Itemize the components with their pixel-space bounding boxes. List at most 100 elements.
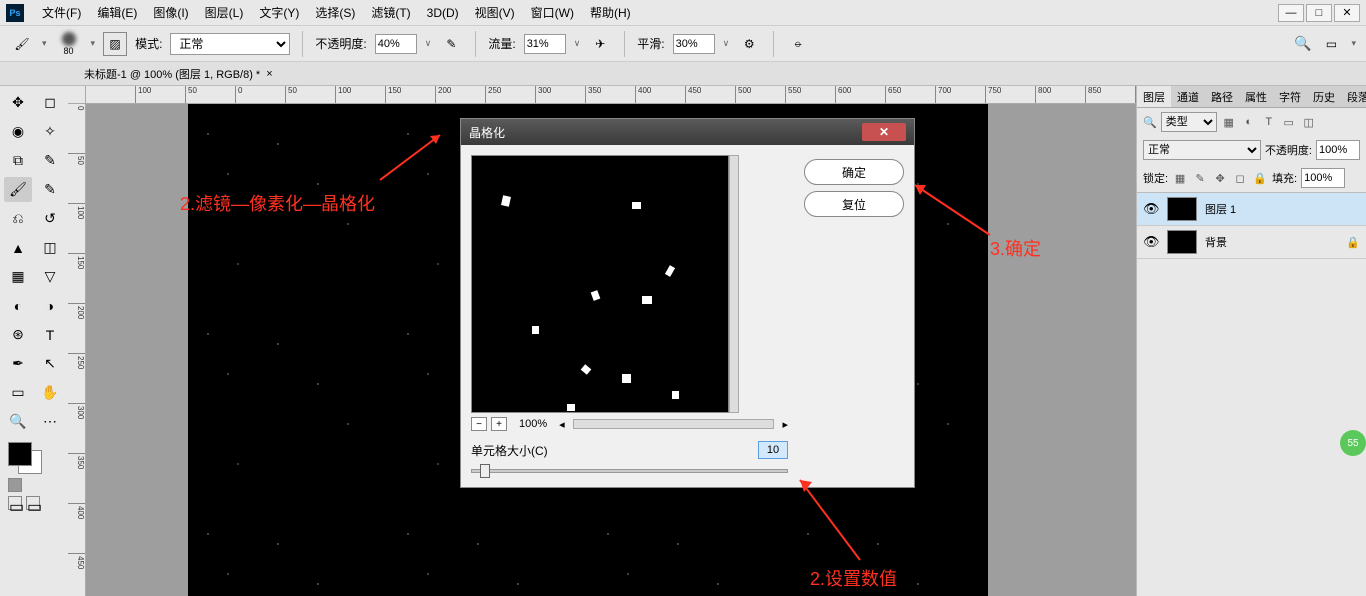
- nav-right-icon[interactable]: ▸: [782, 418, 788, 431]
- menu-select[interactable]: 选择(S): [307, 4, 363, 21]
- pencil-tool[interactable]: ✎: [36, 177, 64, 202]
- pressure-opacity-icon[interactable]: ✎: [439, 32, 463, 56]
- gear-icon[interactable]: ⚙: [737, 32, 761, 56]
- tab-paragraph[interactable]: 段落: [1341, 86, 1366, 107]
- menu-filter[interactable]: 滤镜(T): [363, 4, 418, 21]
- visibility-icon[interactable]: 👁: [1143, 201, 1159, 217]
- lock-all-icon[interactable]: 🔒: [1252, 170, 1268, 186]
- quickmask-icon[interactable]: [8, 478, 22, 492]
- lock-move-icon[interactable]: ✥: [1212, 170, 1228, 186]
- ok-button[interactable]: 确定: [804, 159, 904, 185]
- blend-mode-select[interactable]: 正常: [1143, 140, 1261, 160]
- chevron-down-icon[interactable]: ▾: [91, 38, 96, 49]
- layer-thumbnail[interactable]: [1167, 230, 1197, 254]
- filter-shape-icon[interactable]: ▭: [1281, 114, 1297, 130]
- menu-edit[interactable]: 编辑(E): [89, 4, 145, 21]
- minimize-button[interactable]: —: [1278, 4, 1304, 22]
- bucket-tool[interactable]: ▽: [36, 264, 64, 289]
- flow-input[interactable]: [524, 34, 566, 54]
- search-icon[interactable]: 🔍: [1294, 35, 1311, 52]
- brush-panel-icon[interactable]: ▨: [103, 32, 127, 56]
- history-brush-tool[interactable]: ↺: [36, 206, 64, 231]
- fg-color[interactable]: [8, 442, 32, 466]
- reset-button[interactable]: 复位: [804, 191, 904, 217]
- zoom-in-button[interactable]: +: [491, 417, 507, 431]
- ruler-horizontal[interactable]: 1005005010015020025030035040045050055060…: [86, 86, 1136, 104]
- clone-tool[interactable]: ⎌: [4, 206, 32, 231]
- preview-scrollbar-v[interactable]: [729, 155, 739, 413]
- crop-tool[interactable]: ⧉: [4, 148, 32, 173]
- menu-window[interactable]: 窗口(W): [523, 4, 582, 21]
- ruler-origin[interactable]: [68, 86, 86, 104]
- dodge-tool[interactable]: ◑: [36, 293, 64, 318]
- layer-opacity-input[interactable]: [1316, 140, 1360, 160]
- pen-tool[interactable]: ✒: [4, 351, 32, 376]
- chevron-down-icon[interactable]: ▾: [1351, 38, 1356, 49]
- cell-size-input[interactable]: [758, 441, 788, 459]
- lock-brush-icon[interactable]: ✎: [1192, 170, 1208, 186]
- layer-item[interactable]: 👁 背景 🔒: [1137, 226, 1366, 259]
- filter-adj-icon[interactable]: ◐: [1241, 114, 1257, 130]
- menu-image[interactable]: 图像(I): [145, 4, 196, 21]
- preview-scrollbar-h[interactable]: [573, 419, 775, 429]
- more-tool[interactable]: ⋯: [36, 409, 64, 434]
- document-tab[interactable]: 未标题-1 @ 100% (图层 1, RGB/8) * ×: [76, 66, 281, 82]
- brush-tool[interactable]: 🖌: [4, 177, 32, 202]
- hand-tool[interactable]: ✋: [36, 380, 64, 405]
- airbrush-icon[interactable]: ✈: [588, 32, 612, 56]
- menu-help[interactable]: 帮助(H): [582, 4, 639, 21]
- wand-tool[interactable]: ✧: [36, 119, 64, 144]
- dialog-close-button[interactable]: ✕: [862, 123, 906, 141]
- eraser-tool[interactable]: ◫: [36, 235, 64, 260]
- chevron-down-icon[interactable]: ∨: [723, 38, 730, 49]
- menu-3d[interactable]: 3D(D): [419, 6, 467, 20]
- sponge-tool[interactable]: ⊛: [4, 322, 32, 347]
- marquee-tool[interactable]: ◻: [36, 90, 64, 115]
- lock-artboard-icon[interactable]: ◻: [1232, 170, 1248, 186]
- cell-size-slider[interactable]: [471, 469, 788, 473]
- close-button[interactable]: ✕: [1334, 4, 1360, 22]
- path-tool[interactable]: ↖: [36, 351, 64, 376]
- tool-preset-icon[interactable]: 🖌: [10, 32, 34, 56]
- slider-thumb[interactable]: [480, 464, 490, 478]
- shape-tool[interactable]: ▭: [4, 380, 32, 405]
- tab-paths[interactable]: 路径: [1205, 86, 1239, 107]
- opacity-input[interactable]: [375, 34, 417, 54]
- nav-left-icon[interactable]: ◂: [559, 418, 565, 431]
- smooth-input[interactable]: [673, 34, 715, 54]
- visibility-icon[interactable]: 👁: [1143, 234, 1159, 250]
- eyedropper-tool[interactable]: ✎: [36, 148, 64, 173]
- tab-layers[interactable]: 图层: [1137, 86, 1171, 107]
- filter-type-select[interactable]: 类型: [1161, 112, 1217, 132]
- blur-tool[interactable]: ◐: [4, 293, 32, 318]
- menu-file[interactable]: 文件(F): [34, 4, 89, 21]
- ruler-vertical[interactable]: 050100150200250300350400450: [68, 104, 86, 596]
- chevron-down-icon[interactable]: ▾: [42, 38, 47, 49]
- maximize-button[interactable]: □: [1306, 4, 1332, 22]
- stamp-tool[interactable]: ▲: [4, 235, 32, 260]
- tab-character[interactable]: 字符: [1273, 86, 1307, 107]
- fill-input[interactable]: [1301, 168, 1345, 188]
- zoom-tool[interactable]: 🔍: [4, 409, 32, 434]
- tab-channels[interactable]: 通道: [1171, 86, 1205, 107]
- lock-pixels-icon[interactable]: ▦: [1172, 170, 1188, 186]
- symmetry-icon[interactable]: ⦵: [786, 32, 810, 56]
- close-tab-icon[interactable]: ×: [266, 68, 272, 80]
- filter-type-icon[interactable]: T: [1261, 114, 1277, 130]
- screenmode-icon[interactable]: ▭: [8, 496, 22, 510]
- move-tool[interactable]: ✥: [4, 90, 32, 115]
- menu-layer[interactable]: 图层(L): [197, 4, 252, 21]
- screenmode2-icon[interactable]: ▭: [26, 496, 40, 510]
- lasso-tool[interactable]: ◉: [4, 119, 32, 144]
- menu-type[interactable]: 文字(Y): [251, 4, 307, 21]
- tab-history[interactable]: 历史: [1307, 86, 1341, 107]
- filter-img-icon[interactable]: ▦: [1221, 114, 1237, 130]
- gradient-tool[interactable]: ▦: [4, 264, 32, 289]
- brush-preview[interactable]: 80: [55, 30, 83, 58]
- type-tool[interactable]: T: [36, 322, 64, 347]
- workspace-icon[interactable]: ▭: [1319, 32, 1343, 56]
- menu-view[interactable]: 视图(V): [467, 4, 523, 21]
- chevron-down-icon[interactable]: ∨: [574, 38, 581, 49]
- layer-item[interactable]: 👁 图层 1: [1137, 193, 1366, 226]
- dialog-titlebar[interactable]: 晶格化 ✕: [461, 119, 914, 145]
